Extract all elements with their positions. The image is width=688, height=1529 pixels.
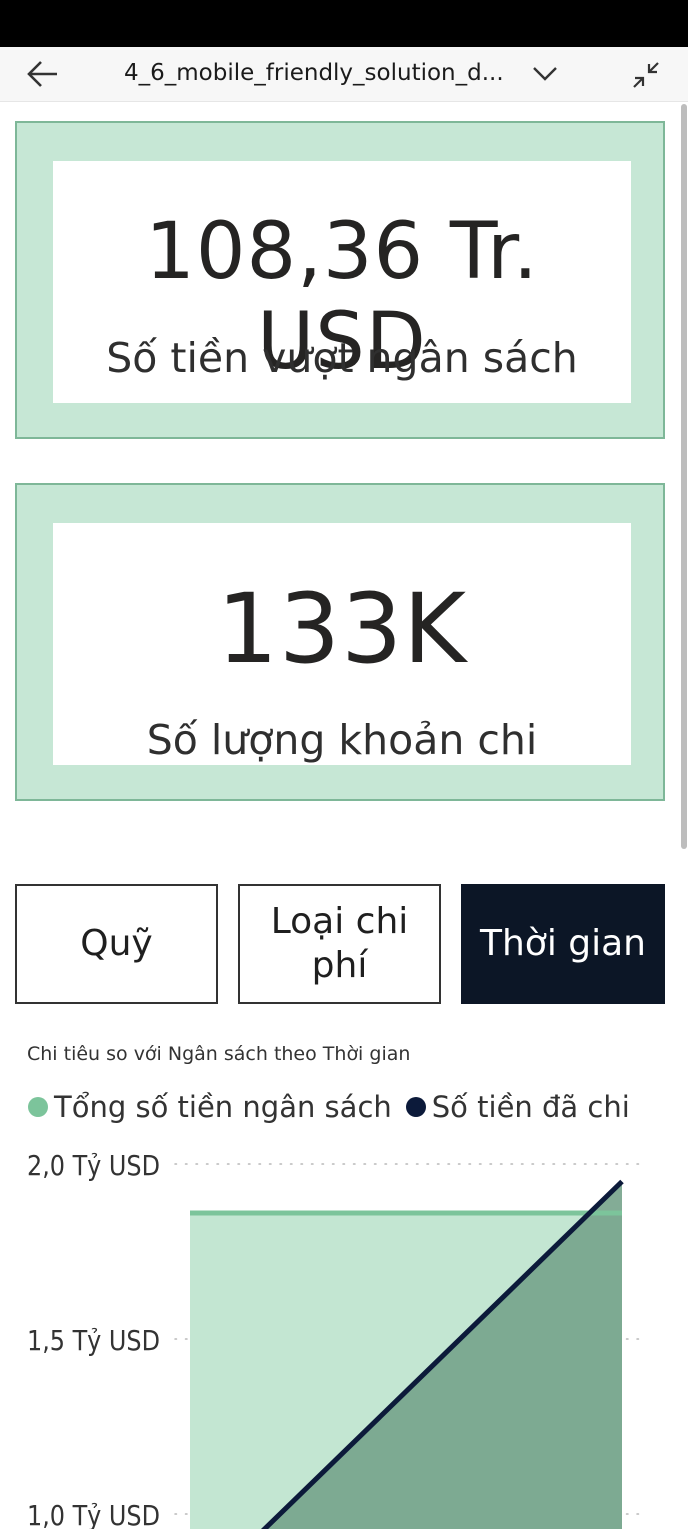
report-title[interactable]: 4_6_mobile_friendly_solution_d... <box>124 60 504 86</box>
scrollbar[interactable] <box>681 104 687 849</box>
legend-dot-budget <box>28 1097 48 1117</box>
tab-label: Thời gian <box>479 923 646 964</box>
chevron-down-icon <box>533 67 557 81</box>
kpi-label: Số lượng khoản chi <box>146 716 538 764</box>
collapse-button[interactable] <box>630 59 662 91</box>
legend-item-budget[interactable]: Tổng số tiền ngân sách <box>28 1090 392 1124</box>
legend-item-spent[interactable]: Số tiền đã chi <box>405 1090 630 1124</box>
kpi-card-body: 108,36 Tr. USD Số tiền vượt ngân sách <box>53 161 631 403</box>
tab-loai-chi-phi[interactable]: Loại chi phí <box>238 884 441 1004</box>
kpi-card-expense-count[interactable]: 133K Số lượng khoản chi <box>15 483 665 801</box>
tab-thoi-gian[interactable]: Thời gian <box>461 884 665 1004</box>
title-dropdown-button[interactable] <box>530 59 560 89</box>
y-tick-label: 1,5 Tỷ USD <box>27 1324 160 1357</box>
status-bar <box>0 0 688 47</box>
legend-label-budget: Tổng số tiền ngân sách <box>54 1090 392 1124</box>
tab-label: Quỹ <box>80 923 153 964</box>
kpi-card-body: 133K Số lượng khoản chi <box>53 523 631 765</box>
y-tick-label: 1,0 Tỷ USD <box>27 1499 160 1529</box>
back-button[interactable] <box>22 56 62 92</box>
legend-dot-spent <box>405 1097 426 1117</box>
kpi-card-over-budget[interactable]: 108,36 Tr. USD Số tiền vượt ngân sách <box>15 121 665 439</box>
app-header: 4_6_mobile_friendly_solution_d... <box>0 47 688 102</box>
kpi-label: Số tiền vượt ngân sách <box>106 334 578 382</box>
kpi-value: 133K <box>216 573 468 685</box>
chart-legend: Tổng số tiền ngân sách Số tiền đã chi <box>28 1090 644 1124</box>
y-tick-label: 2,0 Tỷ USD <box>27 1149 160 1182</box>
legend-label-spent: Số tiền đã chi <box>431 1090 630 1124</box>
tab-quy[interactable]: Quỹ <box>15 884 218 1004</box>
tab-label: Loại chi phí <box>270 901 409 986</box>
chart-title: Chi tiêu so với Ngân sách theo Thời gian <box>27 1043 411 1065</box>
spend-vs-budget-chart[interactable]: 2,0 Tỷ USD 1,5 Tỷ USD 1,0 Tỷ USD <box>0 1140 688 1529</box>
collapse-icon <box>633 62 659 88</box>
back-arrow-icon <box>27 61 57 87</box>
